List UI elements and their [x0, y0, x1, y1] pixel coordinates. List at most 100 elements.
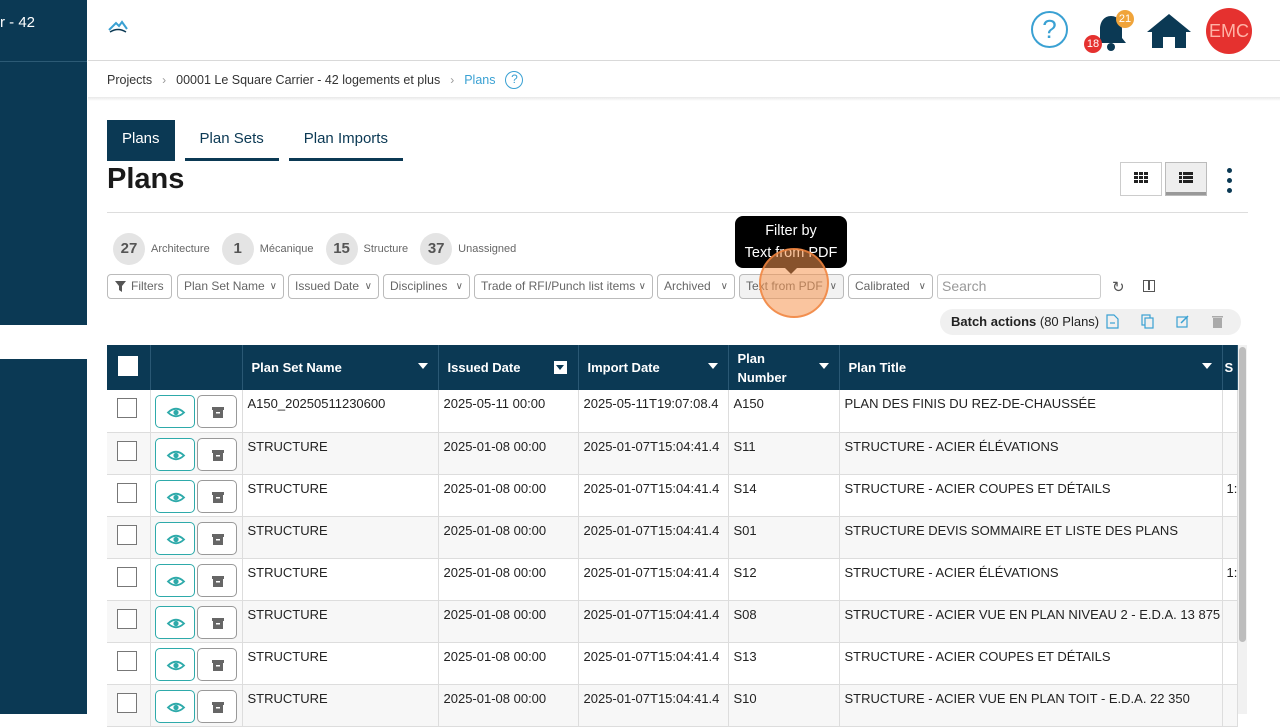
view-plan-button[interactable] [154, 437, 195, 471]
sidebar-item-selected[interactable] [0, 325, 87, 359]
table-scrollbar[interactable] [1238, 345, 1247, 714]
view-plan-button[interactable] [154, 395, 195, 428]
column-header-issued-date[interactable]: Issued Date [438, 345, 579, 390]
archive-plan-button[interactable] [196, 521, 237, 555]
archive-plan-button[interactable] [196, 605, 237, 639]
search-input[interactable]: Search [937, 274, 1101, 299]
trade-filter[interactable]: Trade of RFI/Punch list items ∨ [474, 274, 653, 299]
archive-plan-button[interactable] [196, 395, 237, 428]
user-avatar[interactable]: EMC [1206, 8, 1252, 54]
batch-count: (80 Plans) [1039, 314, 1100, 329]
breadcrumb-project[interactable]: 00001 Le Square Carrier - 42 logements e… [176, 73, 440, 87]
breadcrumb-plans[interactable]: Plans [464, 73, 495, 87]
row-checkbox[interactable] [117, 692, 137, 713]
sort-dropdown-icon[interactable] [707, 363, 718, 369]
archive-plan-button[interactable] [196, 437, 237, 471]
row-checkbox[interactable] [117, 524, 137, 545]
count-mecanique[interactable]: 1 Mécanique [221, 233, 314, 265]
eye-icon [156, 407, 196, 431]
row-select-cell [107, 516, 151, 559]
table-row[interactable]: A150_20250511230600 2025-05-11 00:00 2025-… [107, 390, 1238, 433]
edit-icon[interactable] [1176, 314, 1189, 329]
column-header-import-date[interactable]: Import Date [578, 345, 729, 390]
sort-dropdown-icon[interactable] [417, 363, 428, 369]
archive-plan-button[interactable] [196, 689, 237, 723]
table-row[interactable]: STRUCTURE 2025-01-08 00:00 2025-01-07T15:0… [107, 432, 1238, 475]
row-checkbox[interactable] [117, 650, 137, 671]
table-row[interactable]: STRUCTURE 2025-01-08 00:00 2025-01-07T15:0… [107, 600, 1238, 643]
row-checkbox[interactable] [117, 398, 137, 418]
cell-import-date: 2025-01-07T15:04:41.4 [578, 474, 729, 517]
archived-filter[interactable]: Archived ∨ [657, 274, 735, 299]
more-options-icon[interactable] [1224, 168, 1234, 198]
home-icon[interactable] [1145, 12, 1193, 55]
notification-count-badge: 21 [1116, 10, 1134, 28]
view-plan-button[interactable] [154, 479, 195, 513]
list-view-button[interactable] [1165, 162, 1207, 196]
list-icon [1179, 172, 1193, 183]
archive-plan-button[interactable] [196, 647, 237, 681]
pdf-download-icon[interactable] [1106, 314, 1119, 329]
tab-plans[interactable]: Plans [107, 120, 175, 161]
sort-dropdown-icon[interactable] [818, 363, 829, 369]
app-logo-icon[interactable] [108, 20, 128, 39]
columns-icon[interactable] [1143, 280, 1155, 292]
header-shadow [88, 97, 1280, 101]
table-row[interactable]: STRUCTURE 2025-01-08 00:00 2025-01-07T15:0… [107, 642, 1238, 685]
column-header-plan-title[interactable]: Plan Title [839, 345, 1223, 390]
row-select-cell [107, 684, 151, 727]
filters-button[interactable]: Filters [107, 274, 172, 299]
count-unassigned[interactable]: 37 Unassigned [420, 233, 516, 265]
select-all-checkbox[interactable] [118, 356, 138, 376]
help-icon[interactable]: ? [505, 71, 524, 89]
tab-plan-sets[interactable]: Plan Sets [184, 120, 279, 161]
tab-plan-imports[interactable]: Plan Imports [288, 120, 403, 161]
row-checkbox[interactable] [117, 440, 137, 461]
column-header-plan-set-name[interactable]: Plan Set Name [242, 345, 439, 390]
column-header-partial[interactable]: S [1222, 345, 1238, 390]
count-structure[interactable]: 15 Structure [325, 233, 408, 265]
view-plan-button[interactable] [154, 605, 195, 639]
refresh-icon[interactable]: ↻ [1112, 278, 1125, 296]
table-row[interactable]: STRUCTURE 2025-01-08 00:00 2025-01-07T15:0… [107, 474, 1238, 517]
table-row[interactable]: STRUCTURE 2025-01-08 00:00 2025-01-07T15:0… [107, 558, 1238, 601]
chevron-down-icon: ∨ [455, 281, 463, 292]
text-from-pdf-filter[interactable]: Text from PDF ∨ [739, 274, 844, 299]
row-checkbox[interactable] [117, 566, 137, 587]
table-row[interactable]: STRUCTURE 2025-01-08 00:00 2025-01-07T15:0… [107, 684, 1238, 727]
table-row[interactable]: STRUCTURE 2025-01-08 00:00 2025-01-07T15:0… [107, 516, 1238, 559]
cell-plan-title: STRUCTURE - ACIER COUPES ET DÉTAILS [839, 642, 1223, 685]
issued-date-filter[interactable]: Issued Date ∨ [288, 274, 379, 299]
sort-dropdown-icon[interactable] [553, 361, 567, 374]
row-select-cell [107, 558, 151, 601]
view-plan-button[interactable] [154, 521, 195, 555]
trash-icon[interactable] [1211, 314, 1224, 329]
sort-dropdown-icon[interactable] [1201, 363, 1212, 369]
cell-plan-title: STRUCTURE - ACIER VUE EN PLAN NIVEAU 2 -… [839, 600, 1223, 643]
cell-partial [1222, 600, 1238, 643]
cell-plan-title: STRUCTURE - ACIER ÉLÉVATIONS [839, 558, 1223, 601]
copy-icon[interactable] [1141, 314, 1154, 329]
help-icon[interactable]: ? [1031, 11, 1068, 48]
view-plan-button[interactable] [154, 563, 195, 597]
view-plan-button[interactable] [154, 647, 195, 681]
scrollbar-thumb[interactable] [1239, 347, 1246, 642]
breadcrumb-projects[interactable]: Projects [107, 73, 152, 87]
grid-view-button[interactable] [1120, 162, 1162, 196]
project-name-fragment[interactable]: r - 42 [0, 14, 35, 31]
row-checkbox[interactable] [117, 608, 137, 629]
archive-plan-button[interactable] [196, 479, 237, 513]
count-architecture[interactable]: 27 Architecture [113, 233, 210, 265]
plan-set-name-filter[interactable]: Plan Set Name ∨ [177, 274, 284, 299]
column-header-plan-number[interactable]: Plan Number [728, 345, 840, 390]
archive-plan-button[interactable] [196, 563, 237, 597]
row-checkbox[interactable] [117, 482, 137, 503]
cell-plan-title: STRUCTURE - ACIER VUE EN PLAN TOIT - E.D… [839, 684, 1223, 727]
row-actions-cell [150, 432, 243, 475]
calibrated-filter[interactable]: Calibrated ∨ [848, 274, 933, 299]
batch-actions-label: Batch actions [951, 314, 1037, 329]
eye-icon [156, 576, 196, 600]
view-plan-button[interactable] [154, 689, 195, 723]
alert-count-badge: 18 [1084, 35, 1102, 53]
disciplines-filter[interactable]: Disciplines ∨ [383, 274, 470, 299]
